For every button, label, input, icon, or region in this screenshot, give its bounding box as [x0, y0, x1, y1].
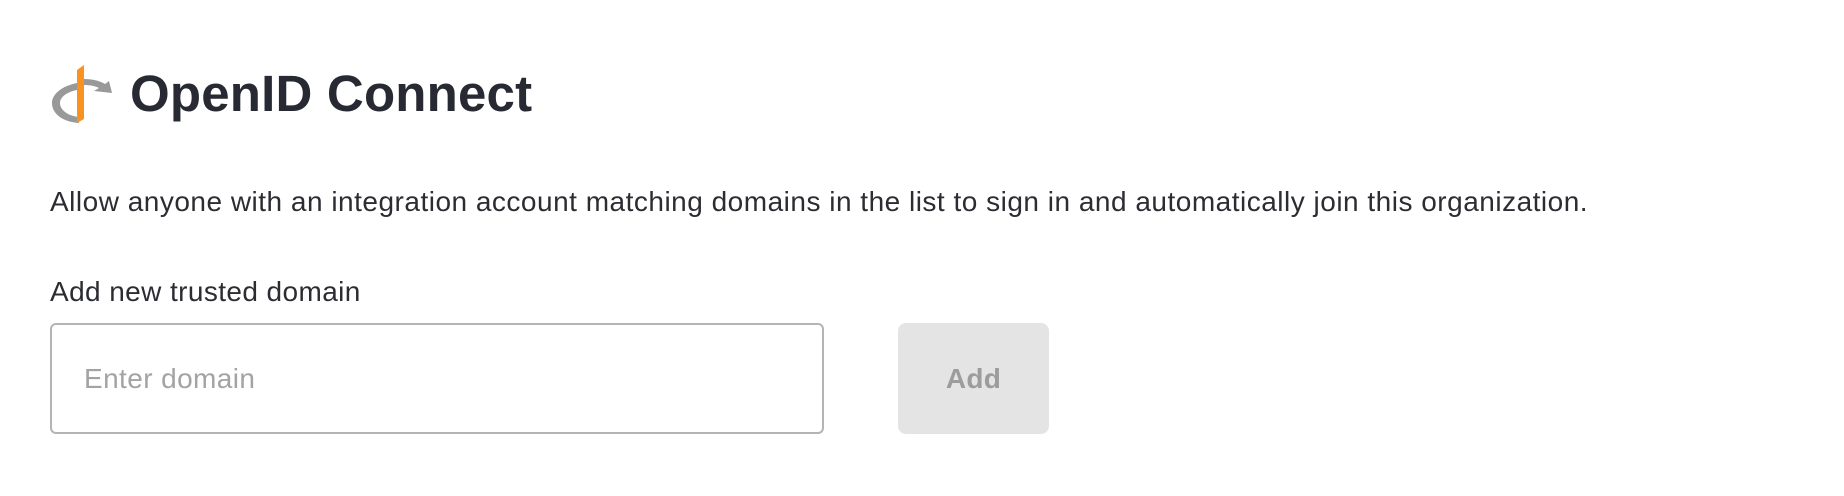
trusted-domain-input[interactable] — [50, 323, 824, 434]
openid-logo-icon — [52, 65, 112, 123]
page-title: OpenID Connect — [130, 64, 533, 122]
integration-description: Allow anyone with an integration account… — [50, 186, 1589, 217]
add-domain-button[interactable]: Add — [898, 323, 1049, 434]
panel-header: OpenID Connect — [50, 58, 532, 128]
trusted-domain-label: Add new trusted domain — [50, 276, 361, 307]
openid-connect-panel: OpenID Connect Allow anyone with an inte… — [0, 0, 1844, 496]
